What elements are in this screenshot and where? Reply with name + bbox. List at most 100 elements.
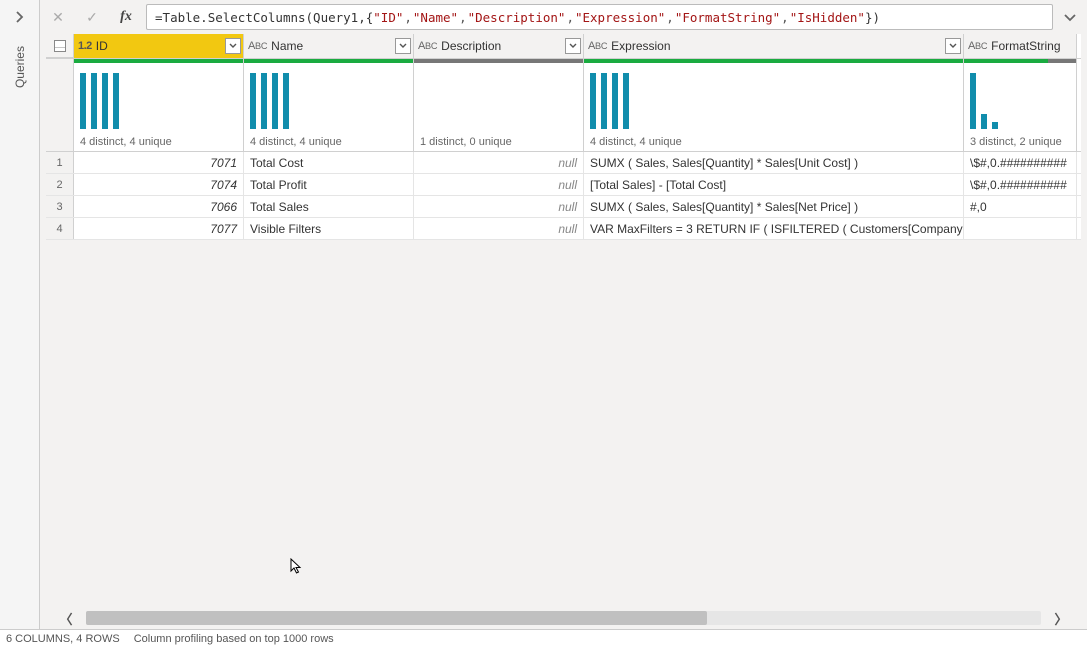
formula-text: able.SelectColumns(Query1,{ [170,10,373,25]
profile-description: 1 distinct, 0 unique [414,59,584,151]
column-header-id[interactable]: 1.2 ID [74,34,244,58]
column-filter-button[interactable] [565,38,581,54]
row-number: 3 [46,196,74,217]
cell-description[interactable]: null [414,218,584,239]
cell-name[interactable]: Total Sales [244,196,414,217]
profile-expression: 4 distinct, 4 unique [584,59,964,151]
formula-text: "FormatString" [675,10,780,25]
cell-name[interactable]: Visible Filters [244,218,414,239]
text-type-icon: ABC [248,40,267,52]
expand-formula-button[interactable] [1059,4,1081,30]
column-name: FormatString [991,39,1074,53]
formula-text: = [155,10,163,25]
formula-text: , [780,10,790,25]
column-name: Expression [611,39,941,53]
table-row[interactable]: 2 7074 Total Profit null [Total Sales] -… [46,174,1081,196]
column-name: Name [271,39,391,53]
profile-formatstring: 3 distinct, 2 unique [964,59,1077,151]
formula-text: , [403,10,413,25]
column-filter-button[interactable] [395,38,411,54]
distribution-text: 4 distinct, 4 unique [80,136,172,148]
status-columns-rows: 6 COLUMNS, 4 ROWS [6,633,120,645]
formula-text: , [565,10,575,25]
cell-expression[interactable]: SUMX ( Sales, Sales[Quantity] * Sales[Ne… [584,196,964,217]
formula-text: }) [865,10,880,25]
cell-name[interactable]: Total Cost [244,152,414,173]
fx-icon: fx [112,4,140,30]
distribution-text: 4 distinct, 4 unique [250,136,342,148]
expand-queries-button[interactable] [0,0,39,34]
data-grid: 1.2 ID ABC Name ABC Description [46,34,1081,240]
cell-name[interactable]: Total Profit [244,174,414,195]
text-type-icon: ABC [968,40,987,52]
cancel-formula-button[interactable]: ✕ [44,4,72,30]
distribution-chart [420,69,583,129]
distribution-chart [590,69,963,129]
table-row[interactable]: 4 7077 Visible Filters null VAR MaxFilte… [46,218,1081,240]
cell-expression[interactable]: SUMX ( Sales, Sales[Quantity] * Sales[Un… [584,152,964,173]
scroll-track[interactable] [86,611,1041,625]
row-number: 2 [46,174,74,195]
cell-formatstring[interactable]: #,0 [964,196,1077,217]
formula-text: T [163,10,171,25]
column-header-expression[interactable]: ABC Expression [584,34,964,58]
distribution-chart [970,69,1076,129]
table-icon [54,40,66,52]
formula-text: "IsHidden" [790,10,865,25]
column-filter-button[interactable] [945,38,961,54]
cell-expression[interactable]: VAR MaxFilters = 3 RETURN IF ( ISFILTERE… [584,218,964,239]
queries-sidebar: Queries [0,0,40,629]
cell-id[interactable]: 7071 [74,152,244,173]
cell-expression[interactable]: [Total Sales] - [Total Cost] [584,174,964,195]
distribution-text: 4 distinct, 4 unique [590,136,682,148]
cell-id[interactable]: 7077 [74,218,244,239]
cell-formatstring[interactable] [964,218,1077,239]
table-row[interactable]: 3 7066 Total Sales null SUMX ( Sales, Sa… [46,196,1081,218]
profile-id: 4 distinct, 4 unique [74,59,244,151]
row-number: 4 [46,218,74,239]
cell-description[interactable]: null [414,152,584,173]
distribution-chart [250,69,413,129]
cell-formatstring[interactable]: \$#,0.########## [964,152,1077,173]
scroll-thumb[interactable] [86,611,707,625]
text-type-icon: ABC [418,40,437,52]
horizontal-scrollbar[interactable]: 〈 〉 [46,607,1081,629]
column-header-row: 1.2 ID ABC Name ABC Description [46,34,1081,59]
row-gutter [46,59,74,151]
distribution-chart [80,69,243,129]
status-profiling: Column profiling based on top 1000 rows [134,633,334,645]
scroll-left-button[interactable]: 〈 [46,609,86,628]
status-bar: 6 COLUMNS, 4 ROWS Column profiling based… [0,629,1087,648]
formula-bar: ✕ ✓ fx = T able.SelectColumns(Query1,{ "… [40,0,1087,34]
column-header-description[interactable]: ABC Description [414,34,584,58]
formula-input[interactable]: = T able.SelectColumns(Query1,{ "ID", "N… [146,4,1053,30]
cell-description[interactable]: null [414,174,584,195]
column-name: ID [96,39,221,53]
commit-formula-button[interactable]: ✓ [78,4,106,30]
formula-text: "Expression" [575,10,665,25]
column-profile-row: 4 distinct, 4 unique 4 distinct, 4 uniqu… [46,59,1081,152]
formula-text: , [458,10,468,25]
cell-formatstring[interactable]: \$#,0.########## [964,174,1077,195]
cell-description[interactable]: null [414,196,584,217]
number-type-icon: 1.2 [78,40,92,52]
select-all-button[interactable] [46,34,74,58]
column-header-name[interactable]: ABC Name [244,34,414,58]
text-type-icon: ABC [588,40,607,52]
cell-id[interactable]: 7074 [74,174,244,195]
column-header-formatstring[interactable]: ABC FormatString [964,34,1077,58]
formula-text: "Description" [468,10,566,25]
profile-name: 4 distinct, 4 unique [244,59,414,151]
scroll-right-button[interactable]: 〉 [1041,609,1081,628]
main-panel: ✕ ✓ fx = T able.SelectColumns(Query1,{ "… [40,0,1087,629]
table-row[interactable]: 1 7071 Total Cost null SUMX ( Sales, Sal… [46,152,1081,174]
chevron-down-icon [1064,13,1076,22]
distribution-text: 3 distinct, 2 unique [970,136,1062,148]
formula-text: , [665,10,675,25]
cell-id[interactable]: 7066 [74,196,244,217]
formula-text: "ID" [373,10,403,25]
distribution-text: 1 distinct, 0 unique [420,136,512,148]
formula-text: "Name" [413,10,458,25]
row-number: 1 [46,152,74,173]
column-filter-button[interactable] [225,38,241,54]
